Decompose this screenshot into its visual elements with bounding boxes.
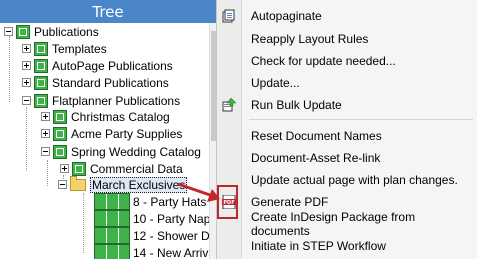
menu-item-create-indesign-package[interactable]: Create InDesign Package from documents xyxy=(217,210,477,238)
context-menu: Autopaginate Reapply Layout Rules Check … xyxy=(217,0,477,259)
publication-group-icon xyxy=(34,75,48,90)
page-spread-icon xyxy=(94,227,130,244)
tree-node-label: March Exclusives xyxy=(90,176,188,193)
autopaginate-icon xyxy=(222,9,235,23)
collapse-icon[interactable] xyxy=(4,27,13,36)
tree-node-standard-publications[interactable]: Standard Publications xyxy=(22,73,169,92)
tree-node-label: 12 - Shower Decor xyxy=(133,228,216,243)
page-spread-icon xyxy=(94,193,130,210)
catalog-icon xyxy=(53,144,67,159)
pointer-arrow-icon xyxy=(177,182,220,202)
expand-icon[interactable] xyxy=(41,129,50,138)
menu-item-document-asset-relink[interactable]: Document-Asset Re-link xyxy=(217,147,477,169)
menu-item-reapply-layout-rules[interactable]: Reapply Layout Rules xyxy=(217,28,477,50)
menu-item-autopaginate[interactable]: Autopaginate xyxy=(217,5,477,27)
tree-node-label: Spring Wedding Catalog xyxy=(71,144,201,159)
menu-item-label: Run Bulk Update xyxy=(251,98,342,112)
tree-connector xyxy=(47,160,48,186)
tree-node-label: Christmas Catalog xyxy=(71,109,170,124)
tree-panel-title: Tree xyxy=(0,0,216,23)
catalog-icon xyxy=(53,109,67,124)
tree-node-label: AutoPage Publications xyxy=(52,58,173,73)
collapse-icon[interactable] xyxy=(22,96,31,105)
tree-node-acme-party-supplies[interactable]: Acme Party Supplies xyxy=(41,124,182,143)
tree-connector xyxy=(26,107,27,171)
collapse-icon[interactable] xyxy=(58,180,67,189)
tree-node-label: 10 - Party Napkins xyxy=(133,211,216,226)
tree-node-label: Acme Party Supplies xyxy=(71,126,183,141)
menu-item-label: Initiate in STEP Workflow xyxy=(251,239,386,253)
menu-item-label: Create InDesign Package from documents xyxy=(251,210,416,238)
collapse-icon[interactable] xyxy=(41,147,50,156)
menu-item-label: Update actual page with plan changes. xyxy=(251,173,458,187)
menu-item-check-update-needed[interactable]: Check for update needed... xyxy=(217,50,477,72)
commercial-data-icon xyxy=(72,161,86,176)
menu-item-reset-document-names[interactable]: Reset Document Names xyxy=(217,125,477,147)
menu-item-label: Reapply Layout Rules xyxy=(251,32,369,46)
tree-connector xyxy=(83,193,84,253)
menu-item-update[interactable]: Update... xyxy=(217,72,477,94)
tree-scrollbar[interactable] xyxy=(209,23,216,259)
publication-group-icon xyxy=(34,93,48,108)
tree-node-label: Flatplanner Publications xyxy=(52,93,181,108)
publication-group-icon xyxy=(34,58,48,73)
tree-scrollbar-thumb[interactable] xyxy=(211,31,216,141)
menu-separator xyxy=(249,119,473,120)
menu-item-label: Generate PDF xyxy=(251,195,329,209)
tree-connector xyxy=(9,36,10,102)
publications-icon xyxy=(16,24,30,39)
menu-item-label: Autopaginate xyxy=(251,9,322,23)
tree-node-label: 14 - New Arrivals xyxy=(133,245,217,259)
menu-item-run-bulk-update[interactable]: Run Bulk Update xyxy=(217,94,477,116)
page-spread-icon xyxy=(94,244,130,259)
expand-icon[interactable] xyxy=(41,112,50,121)
menu-item-label: Reset Document Names xyxy=(251,129,382,143)
bulk-update-icon xyxy=(222,98,236,112)
expand-icon[interactable] xyxy=(22,44,31,53)
page-spread-icon xyxy=(94,210,130,227)
tree-node-page[interactable]: 14 - New Arrivals xyxy=(94,243,217,259)
publication-group-icon xyxy=(34,41,48,56)
folder-icon xyxy=(70,175,86,191)
expand-icon[interactable] xyxy=(60,164,69,173)
tree-node-label: Templates xyxy=(52,41,107,56)
expand-icon[interactable] xyxy=(22,61,31,70)
tree-node-label: Commercial Data xyxy=(90,161,183,176)
tree-node-label: Standard Publications xyxy=(52,75,169,90)
menu-item-label: Document-Asset Re-link xyxy=(251,151,381,165)
tree-panel: Tree Publications Templates AutoPage Pub… xyxy=(0,0,217,259)
tree-node-label: Publications xyxy=(34,24,99,39)
menu-item-label: Update... xyxy=(251,76,300,90)
menu-item-label: Check for update needed... xyxy=(251,54,396,68)
expand-icon[interactable] xyxy=(22,78,31,87)
menu-item-initiate-step-workflow[interactable]: Initiate in STEP Workflow xyxy=(217,235,477,257)
catalog-icon xyxy=(53,126,67,141)
menu-item-update-actual-page[interactable]: Update actual page with plan changes. xyxy=(217,169,477,191)
